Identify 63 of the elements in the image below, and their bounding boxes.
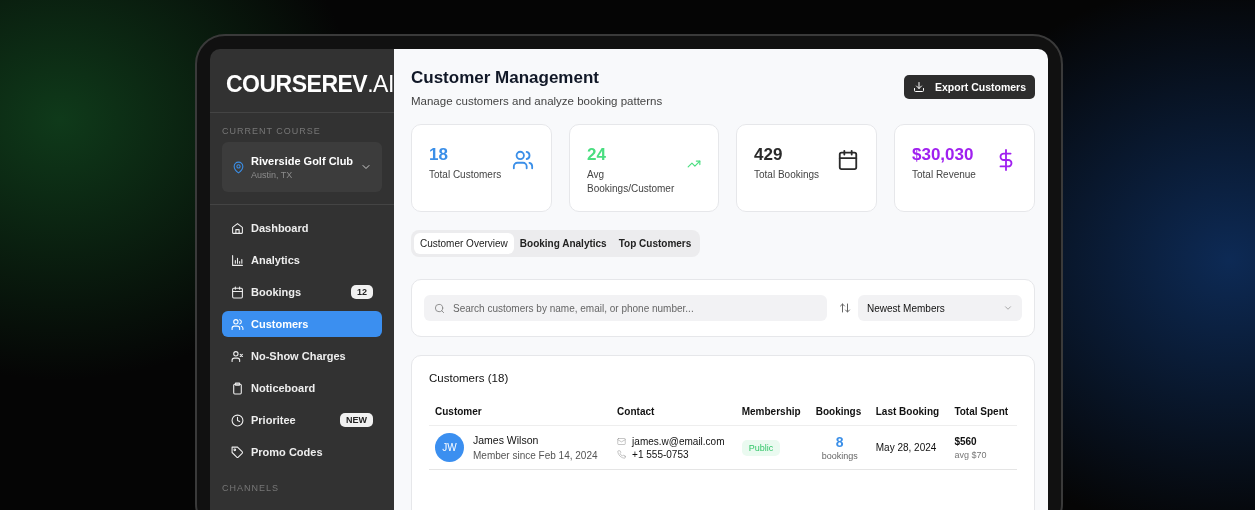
phone-text: +1 555-0753: [632, 448, 689, 460]
nav-item[interactable]: Noticeboard: [222, 375, 382, 401]
email-text: james.w@email.com: [632, 435, 725, 447]
column-header: Contact: [611, 406, 736, 426]
tab[interactable]: Top Customers: [612, 233, 698, 254]
section-label: CURRENT COURSE: [221, 125, 322, 138]
bookings-count: 8: [834, 434, 845, 450]
stat-label: Avg Bookings/Customer: [587, 168, 676, 196]
tag-icon: [231, 445, 244, 459]
avatar: JW: [435, 433, 464, 462]
sort-arrows-icon: [839, 302, 851, 314]
column-header: Customer: [429, 406, 612, 426]
export-button[interactable]: Export Customers: [903, 75, 1035, 99]
user-x-icon: [231, 349, 244, 363]
bookings-unit: bookings: [820, 451, 859, 461]
home-icon: [231, 221, 244, 235]
stat-value: 18: [429, 145, 449, 165]
badge: NEW: [340, 413, 373, 427]
page-title: Customer Management: [411, 68, 600, 88]
average-spent: avg $70: [954, 449, 988, 460]
nav-item[interactable]: Promo Codes: [222, 439, 382, 465]
membership-badge: Public: [741, 440, 781, 456]
nav-item[interactable]: No-Show Charges: [222, 343, 382, 369]
column-header: Membership: [735, 406, 810, 426]
users-icon: [512, 149, 534, 171]
stat-label: Total Bookings: [754, 168, 820, 182]
users-icon: [231, 317, 244, 331]
member-since: Member since Feb 14, 2024: [473, 450, 598, 461]
clock-icon: [231, 413, 244, 427]
chevron-down-icon: [1003, 303, 1013, 313]
last-booking: May 28, 2024: [875, 442, 937, 453]
badge: 12: [351, 285, 373, 299]
total-spent: $560: [954, 435, 978, 447]
nav-item[interactable]: Dashboard: [222, 215, 382, 241]
download-icon: [912, 81, 925, 93]
column-header: Bookings: [809, 406, 870, 426]
stat-label: Total Customers: [429, 168, 502, 182]
tab[interactable]: Customer Overview: [414, 233, 514, 254]
section-label: CHANNELS: [221, 482, 280, 495]
bar-chart-icon: [231, 253, 244, 267]
stat-label: Total Revenue: [912, 168, 976, 182]
page-subtitle: Manage customers and analyze booking patterns: [411, 95, 663, 107]
mail-icon: [617, 436, 627, 446]
stat-value: 24: [587, 145, 607, 165]
course-selector[interactable]: Riverside Golf Club Austin, TX: [222, 142, 382, 192]
calendar-icon: [231, 285, 244, 299]
stat-value: 429: [754, 145, 784, 165]
search-field[interactable]: Search customers by name, email, or phone number...: [424, 295, 827, 321]
phone-icon: [617, 449, 627, 459]
clipboard-icon: [231, 381, 244, 395]
calendar-icon: [837, 149, 859, 171]
sort-dropdown[interactable]: Newest Members: [858, 295, 1022, 321]
customer-name: James Wilson: [473, 434, 540, 446]
logo: COURSEREV.AI: [225, 70, 394, 99]
table-title: Customers (18): [429, 372, 510, 384]
stat-value: $30,030: [912, 145, 975, 165]
nav-item[interactable]: Bookings 12: [222, 279, 382, 305]
column-header: Total Spent: [948, 406, 1017, 426]
tab[interactable]: Booking Analytics: [513, 233, 613, 254]
map-pin-icon: [232, 160, 245, 174]
nav-item[interactable]: Analytics: [222, 247, 382, 273]
nav-item[interactable]: Prioritee NEW: [222, 407, 382, 433]
column-header: Last Booking: [869, 406, 949, 426]
